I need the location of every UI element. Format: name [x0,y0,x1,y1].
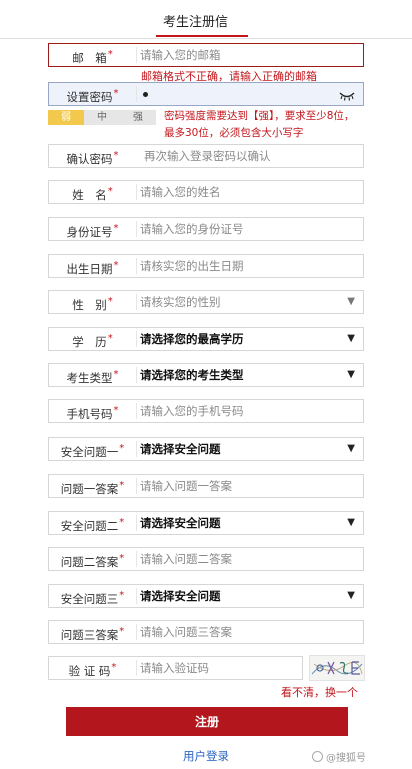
user-login-link[interactable]: 用户登录 [183,748,229,764]
email-input[interactable] [140,44,357,66]
strength-strong: 强 [120,110,156,125]
caret-down-icon: ▼ [347,296,355,307]
security-question-2-select[interactable]: 安全问题二* 请选择安全问题 ▼ [48,511,364,535]
divider [136,515,137,531]
divider [136,86,137,102]
answer-1-input[interactable] [140,475,357,497]
divider [136,294,137,310]
confirm-password-label: 确认密码* [66,150,119,166]
strength-medium: 中 [84,110,120,125]
birth-date-label: 出生日期* [66,260,119,276]
answer-2-input[interactable] [140,548,357,570]
watermark: @搜狐号 [312,749,366,764]
divider [136,221,137,237]
gender-label: 性 别* [72,296,113,312]
birth-date-row: 出生日期* [48,254,364,278]
phone-row: 手机号码* [48,399,364,423]
divider [136,660,137,676]
tab-bar: 考生注册信 [0,0,412,39]
password-hint-text: 密码强度需要达到【强】，要求至少8位，最多30位，必须包含大小写字 [164,110,355,139]
caret-down-icon: ▼ [347,590,355,601]
password-strength-meter: 弱 中 强 [48,110,156,125]
watermark-text: @搜狐号 [326,753,366,764]
confirm-password-row: 确认密码* [48,144,364,168]
divider [136,624,137,640]
candidate-type-value: 请选择您的考生类型 [140,368,244,382]
answer-3-row: 问题三答案* [48,620,364,644]
security-question-3-select[interactable]: 安全问题三* 请选择安全问题 ▼ [48,584,364,608]
divider [136,441,137,457]
id-number-label: 身份证号* [66,223,119,239]
divider [136,588,137,604]
id-number-input[interactable] [140,218,357,240]
education-label: 学 历* [72,333,113,349]
caret-down-icon: ▼ [347,443,355,454]
divider [136,551,137,567]
security-question-2-value: 请选择安全问题 [140,516,221,530]
captcha-label: 验 证 码* [68,662,117,678]
security-question-1-select[interactable]: 安全问题一* 请选择安全问题 ▼ [48,437,364,461]
caret-down-icon: ▼ [347,369,355,380]
name-row: 姓 名* [48,180,364,204]
eye-closed-icon[interactable] [339,87,355,106]
password-input[interactable] [140,83,357,105]
answer-1-row: 问题一答案* [48,474,364,498]
answer-1-label: 问题一答案* [60,480,125,496]
caret-down-icon: ▼ [347,517,355,528]
captcha-image[interactable] [309,655,365,681]
gender-value: 请核实您的性别 [140,295,221,309]
register-button[interactable]: 注册 [66,707,348,736]
gender-select[interactable]: 性 别* 请核实您的性别 ▼ [48,290,364,314]
password-mask-dot [143,92,148,97]
security-question-3-label: 安全问题三* [60,590,125,606]
education-value: 请选择您的最高学历 [140,332,244,346]
answer-3-input[interactable] [140,621,357,643]
name-input[interactable] [140,181,357,203]
answer-2-label: 问题二答案* [60,553,125,569]
tab-registration-info[interactable]: 考生注册信 [163,11,228,30]
caret-down-icon: ▼ [347,333,355,344]
divider [136,367,137,383]
phone-label: 手机号码* [66,405,119,421]
captcha-row: 验 证 码* [48,656,303,680]
candidate-type-select[interactable]: 考生类型* 请选择您的考生类型 ▼ [48,363,364,387]
security-question-1-label: 安全问题一* [60,443,125,459]
divider [136,478,137,494]
divider [136,184,137,200]
education-select[interactable]: 学 历* 请选择您的最高学历 ▼ [48,327,364,351]
tab-underline [156,35,248,37]
divider [136,47,137,63]
strength-weak: 弱 [48,110,84,125]
divider [136,331,137,347]
security-question-3-value: 请选择安全问题 [140,589,221,603]
confirm-password-input[interactable] [144,145,357,167]
password-label: 设置密码* [66,88,119,104]
divider [136,403,137,419]
password-row: 设置密码* [48,82,364,106]
answer-2-row: 问题二答案* [48,547,364,571]
divider [136,258,137,274]
captcha-input[interactable] [140,657,296,679]
email-label: 邮 箱* [72,49,113,65]
candidate-type-label: 考生类型* [66,369,119,385]
answer-3-label: 问题三答案* [60,626,125,642]
sohu-logo-icon [312,751,323,762]
id-number-row: 身份证号* [48,217,364,241]
captcha-refresh-link[interactable]: 看不清，换一个 [281,684,358,700]
email-row: 邮 箱* [48,43,364,67]
security-question-2-label: 安全问题二* [60,517,125,533]
phone-input[interactable] [140,400,357,422]
name-label: 姓 名* [72,186,113,202]
security-question-1-value: 请选择安全问题 [140,442,221,456]
birth-date-input[interactable] [140,255,357,277]
